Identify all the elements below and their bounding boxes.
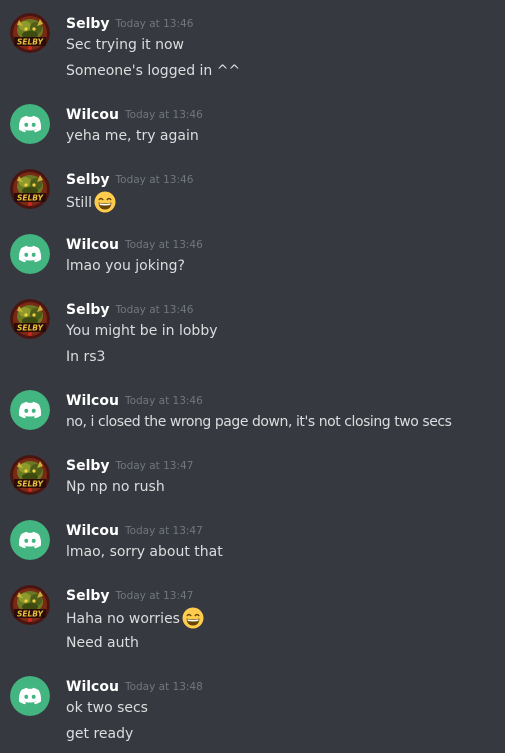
message-text: Sec trying it now (66, 37, 184, 53)
username[interactable]: Selby (66, 588, 110, 604)
username[interactable]: Selby (66, 302, 110, 318)
message-text: get ready (66, 726, 134, 742)
username[interactable]: Selby (66, 458, 110, 474)
svg-text:SELBY: SELBY (17, 480, 45, 489)
message-header: Wilcou Today at 13:48 (66, 676, 203, 696)
message-text-row: Still (66, 191, 116, 213)
timestamp: Today at 13:46 (115, 18, 194, 30)
svg-text:SELBY: SELBY (17, 324, 45, 333)
timestamp: Today at 13:46 (115, 174, 194, 186)
username[interactable]: Wilcou (66, 679, 119, 695)
username[interactable]: Wilcou (66, 393, 119, 409)
message-text: ok two secs (66, 700, 148, 716)
message-header: Selby Today at 13:47 (66, 585, 193, 605)
message-text: Need auth (66, 635, 139, 651)
svg-text:SELBY: SELBY (17, 194, 45, 203)
message-text: lmao you joking? (66, 258, 185, 274)
timestamp: Today at 13:46 (124, 395, 203, 407)
timestamp: Today at 13:48 (124, 681, 203, 693)
message-text: no, i closed the wrong page down, it's n… (66, 414, 452, 430)
discord-default-avatar[interactable] (10, 520, 50, 560)
message-header: Wilcou Today at 13:46 (66, 390, 203, 410)
timestamp: Today at 13:46 (115, 304, 194, 316)
message-header: Selby Today at 13:46 (66, 13, 193, 33)
message-text-row: Haha no worries (66, 607, 204, 629)
svg-text:SELBY: SELBY (17, 38, 45, 47)
message-header: Wilcou Today at 13:47 (66, 520, 203, 540)
grinning-face-emoji[interactable] (182, 607, 204, 629)
discord-default-avatar[interactable] (10, 390, 50, 430)
message-header: Selby Today at 13:46 (66, 169, 193, 189)
timestamp: Today at 13:47 (115, 460, 194, 472)
selby-avatar[interactable]: SELBY (10, 455, 50, 495)
discord-default-avatar[interactable] (10, 104, 50, 144)
message-text: You might be in lobby (66, 323, 218, 339)
message-text: Still (66, 195, 93, 211)
selby-avatar[interactable]: SELBY (10, 585, 50, 625)
message-text: lmao, sorry about that (66, 544, 223, 560)
selby-avatar[interactable]: SELBY (10, 169, 50, 209)
message-text: yeha me, try again (66, 128, 199, 144)
username[interactable]: Wilcou (66, 107, 119, 123)
message-text: In rs3 (66, 349, 106, 365)
message-text: Someone's logged in ^^ (66, 63, 241, 79)
username[interactable]: Selby (66, 172, 110, 188)
timestamp: Today at 13:46 (124, 239, 203, 251)
timestamp: Today at 13:47 (124, 525, 203, 537)
selby-avatar[interactable]: SELBY (10, 299, 50, 339)
svg-text:SELBY: SELBY (17, 610, 45, 619)
discord-default-avatar[interactable] (10, 234, 50, 274)
message-header: Wilcou Today at 13:46 (66, 104, 203, 124)
message-text: Haha no worries (66, 611, 180, 627)
timestamp: Today at 13:47 (115, 590, 194, 602)
selby-avatar[interactable]: SELBY (10, 13, 50, 53)
username[interactable]: Wilcou (66, 523, 119, 539)
message-text: Np np no rush (66, 479, 165, 495)
grinning-face-emoji[interactable] (94, 191, 116, 213)
message-header: Wilcou Today at 13:46 (66, 234, 203, 254)
discord-default-avatar[interactable] (10, 676, 50, 716)
message-header: Selby Today at 13:46 (66, 299, 193, 319)
timestamp: Today at 13:46 (124, 109, 203, 121)
username[interactable]: Selby (66, 16, 110, 32)
message-header: Selby Today at 13:47 (66, 455, 193, 475)
username[interactable]: Wilcou (66, 237, 119, 253)
